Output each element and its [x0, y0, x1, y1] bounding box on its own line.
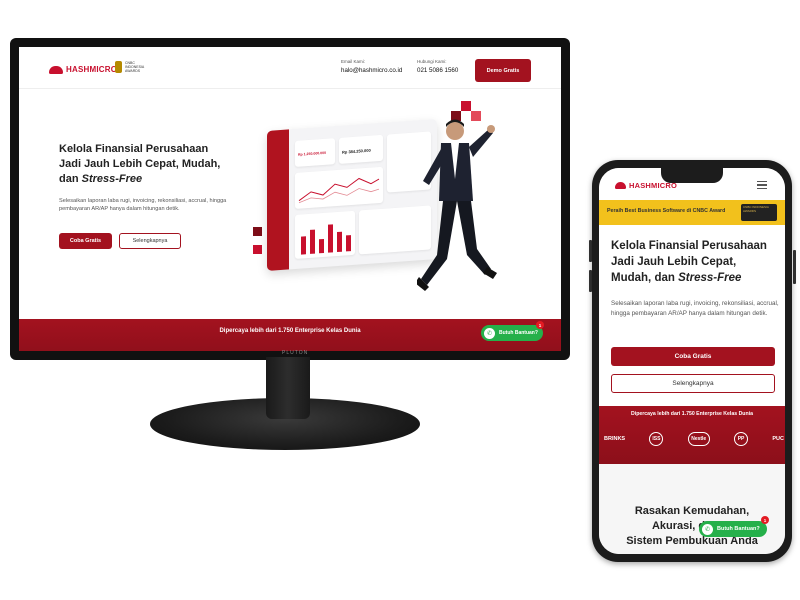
coba-gratis-button[interactable]: Coba Gratis	[59, 233, 112, 249]
hashmicro-logo[interactable]: HASHMICRO	[49, 65, 117, 74]
mobile-trust-band: Dipercaya lebih dari 1.750 Enterprise Ke…	[599, 406, 785, 464]
hero-description: Selesaikan laporan laba rugi, invoicing,…	[59, 198, 227, 212]
client-logos: BRINKS ISS Nestle PP PUC	[604, 430, 784, 448]
trust-band: Dipercaya lebih dari 1.750 Enterprise Ke…	[19, 319, 561, 351]
client-logo: ISS	[649, 432, 664, 446]
dashboard-sidebar	[267, 129, 289, 271]
notification-badge: 1	[761, 516, 769, 524]
mobile-screen: HASHMICRO Peraih Best Business Software …	[599, 168, 785, 554]
deco-square	[253, 245, 262, 254]
mobile-hero-description: Selesaikan laporan laba rugi, invoicing,…	[611, 300, 779, 317]
contact-phone[interactable]: Hubungi Kami: 021 5086 1560	[417, 59, 458, 74]
mobile-hero-title: Kelola Finansial Perusahaan Jadi Jauh Le…	[611, 240, 767, 284]
hashmicro-logo-icon	[49, 65, 63, 74]
demo-gratis-button[interactable]: Demo Gratis	[475, 59, 531, 82]
client-logo: PP	[734, 432, 749, 446]
mobile-features-section: Rasakan Kemudahan, Akurasi, dan Ef Siste…	[599, 464, 785, 554]
dashboard-bar-chart	[295, 210, 355, 259]
mobile-coba-gratis-button[interactable]: Coba Gratis	[611, 347, 775, 366]
award-banner: Peraih Best Business Software di CNBC Aw…	[599, 200, 785, 225]
client-logo: BRINKS	[604, 436, 626, 442]
hero-title: Kelola Finansial Perusahaan Jadi Jauh Le…	[59, 143, 221, 185]
hamburger-menu-icon[interactable]	[757, 181, 767, 189]
dashboard-card: Rp 384.250.000	[339, 134, 383, 164]
award-seal-icon: CNBC INDONESIA AWARDS	[741, 204, 777, 221]
whatsapp-icon: ✆	[484, 327, 495, 339]
selengkapnya-button[interactable]: Selengkapnya	[119, 233, 181, 249]
businessman-illustration	[417, 119, 497, 291]
award-seal-icon	[115, 61, 122, 73]
bar-chart-graphic	[301, 224, 351, 255]
notification-badge: 1	[536, 321, 544, 329]
client-logo: Nestle	[687, 432, 710, 446]
line-chart-graphic	[298, 177, 380, 204]
desktop-screen: HASHMICRO CNBC INDONESIA AWARDS Email Ka…	[19, 47, 561, 351]
deco-square	[253, 227, 262, 236]
whatsapp-icon: ✆	[702, 523, 713, 535]
contact-email[interactable]: Email Kami: halo@hashmicro.co.id	[341, 59, 402, 74]
mobile-selengkapnya-button[interactable]: Selengkapnya	[611, 374, 775, 393]
dashboard-line-chart	[295, 166, 383, 209]
client-logo: PUC	[772, 436, 784, 442]
desktop-header: HASHMICRO CNBC INDONESIA AWARDS Email Ka…	[19, 47, 561, 89]
dashboard-illustration: Rp 1.250.000.000 Rp 384.250.000	[267, 119, 437, 271]
mobile-whatsapp-help-button[interactable]: ✆ Butuh Bantuan?	[699, 521, 767, 537]
monitor-stand-neck	[266, 357, 310, 419]
dashboard-card: Rp 1.250.000.000	[295, 138, 335, 167]
award-badge: CNBC INDONESIA AWARDS	[115, 61, 151, 73]
hashmicro-logo-icon	[615, 182, 626, 189]
whatsapp-help-button[interactable]: ✆ Butuh Bantuan?	[481, 325, 543, 341]
desktop-monitor: HASHMICRO CNBC INDONESIA AWARDS Email Ka…	[10, 38, 570, 360]
phone-power-button	[793, 250, 796, 284]
monitor-brand-label: PLUTON	[282, 350, 309, 356]
phone-notch	[661, 168, 723, 183]
mobile-phone: HASHMICRO Peraih Best Business Software …	[592, 160, 792, 562]
